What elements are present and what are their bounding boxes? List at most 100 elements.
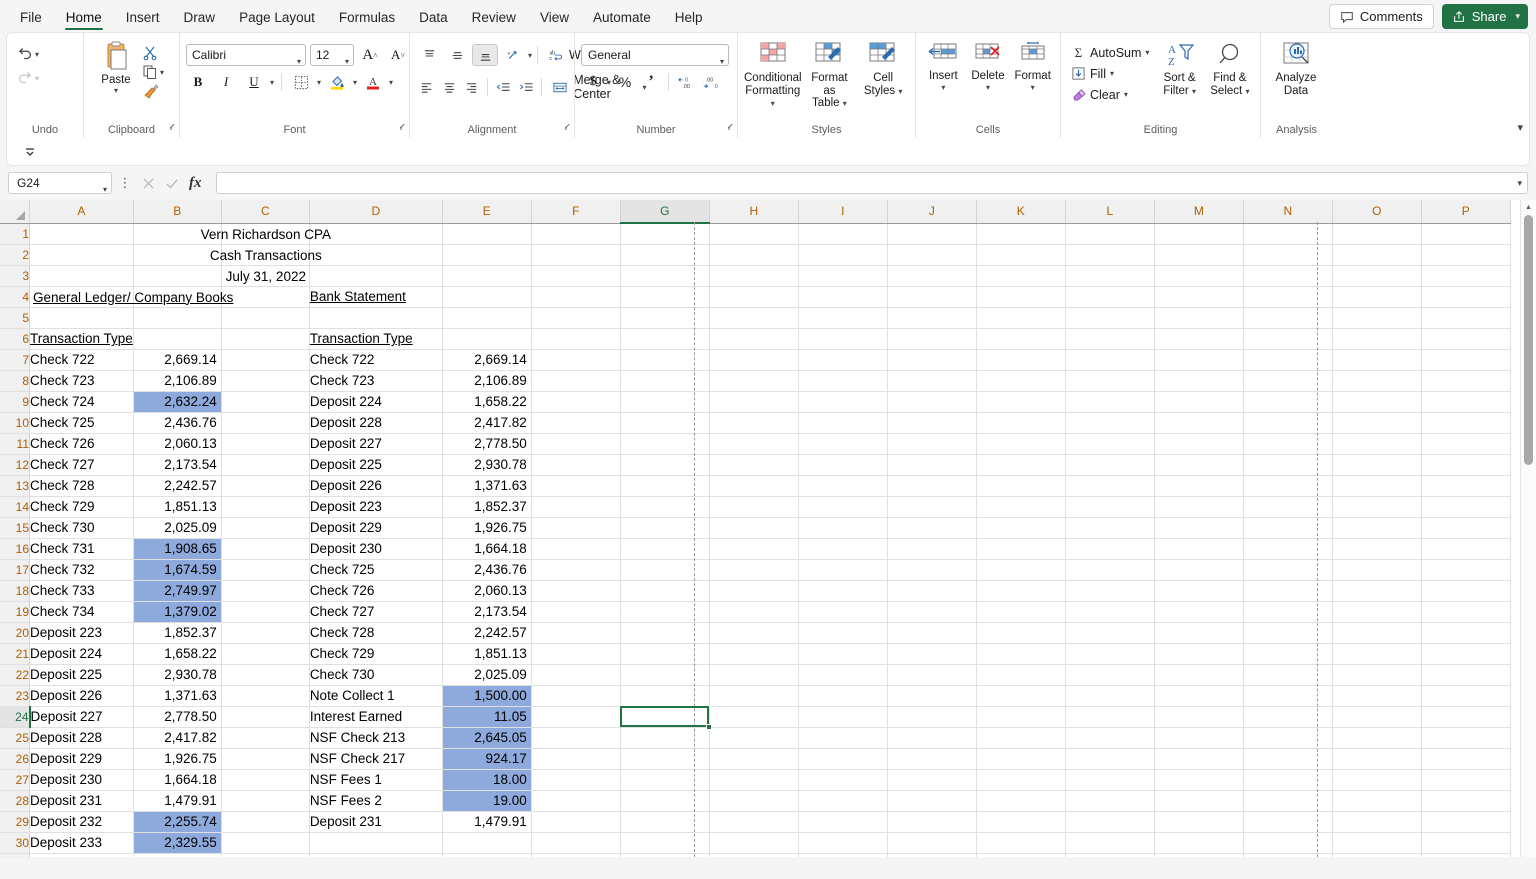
cell-B25[interactable]: 2,417.82 — [133, 727, 222, 749]
cell-I1[interactable] — [798, 223, 888, 245]
cell-O26[interactable] — [1332, 748, 1422, 770]
cell-O19[interactable] — [1332, 601, 1422, 623]
row-header-10[interactable]: 10 — [0, 412, 30, 434]
cell-E8[interactable]: 2,106.89 — [442, 370, 532, 392]
cell-E26[interactable]: 924.17 — [442, 748, 532, 770]
paste-dropdown-icon[interactable]: ▾ — [114, 86, 118, 95]
column-header-H[interactable]: H — [709, 200, 799, 224]
cell-N8[interactable] — [1243, 370, 1333, 392]
tab-help[interactable]: Help — [665, 5, 713, 32]
cell-B22[interactable]: 2,930.78 — [133, 664, 222, 686]
cell-N24[interactable] — [1243, 706, 1333, 728]
cell-O5[interactable] — [1332, 307, 1422, 329]
cell-H15[interactable] — [709, 517, 799, 539]
cell-G5[interactable] — [620, 307, 710, 329]
paste-button[interactable]: Paste ▾ — [90, 41, 142, 95]
scroll-up-icon[interactable]: ▲ — [1521, 200, 1536, 215]
fill-color-dropdown-icon[interactable]: ▾ — [353, 78, 357, 87]
cell-B11[interactable]: 2,060.13 — [133, 433, 222, 455]
cell-E10[interactable]: 2,417.82 — [442, 412, 532, 434]
cell-B12[interactable]: 2,173.54 — [133, 454, 222, 476]
cell-P23[interactable] — [1421, 685, 1511, 707]
find-select-button[interactable]: Find & Select ▾ — [1206, 37, 1254, 98]
cell-D28[interactable]: NSF Fees 2 — [309, 790, 443, 812]
cell-L22[interactable] — [1065, 664, 1155, 686]
cell-J13[interactable] — [887, 475, 977, 497]
cell-P18[interactable] — [1421, 580, 1511, 602]
column-header-N[interactable]: N — [1243, 200, 1333, 224]
fill-color-button[interactable] — [325, 71, 349, 93]
cell-N31[interactable] — [1243, 853, 1333, 857]
cell-N7[interactable] — [1243, 349, 1333, 371]
cell-O9[interactable] — [1332, 391, 1422, 413]
cell-B1[interactable]: Vern Richardson CPA — [133, 223, 331, 245]
cell-J14[interactable] — [887, 496, 977, 518]
cell-M25[interactable] — [1154, 727, 1244, 749]
cell-P14[interactable] — [1421, 496, 1511, 518]
conditional-formatting-button[interactable]: Conditional Formatting ▾ — [744, 37, 802, 111]
row-header-24[interactable]: 24 — [0, 706, 31, 728]
cell-L1[interactable] — [1065, 223, 1155, 245]
cell-F22[interactable] — [531, 664, 621, 686]
cell-P19[interactable] — [1421, 601, 1511, 623]
cell-I25[interactable] — [798, 727, 888, 749]
cell-A19[interactable]: Check 734 — [29, 601, 134, 623]
cell-P28[interactable] — [1421, 790, 1511, 812]
row-header-5[interactable]: 5 — [0, 307, 30, 329]
cell-I19[interactable] — [798, 601, 888, 623]
cell-A6[interactable]: Transaction Type — [29, 328, 134, 350]
cell-F20[interactable] — [531, 622, 621, 644]
cell-J3[interactable] — [887, 265, 977, 287]
cell-P24[interactable] — [1421, 706, 1511, 728]
cell-H13[interactable] — [709, 475, 799, 497]
row-header-3[interactable]: 3 — [0, 265, 30, 287]
cell-C15[interactable] — [221, 517, 310, 539]
cell-K28[interactable] — [976, 790, 1066, 812]
cell-J21[interactable] — [887, 643, 977, 665]
cell-I12[interactable] — [798, 454, 888, 476]
cell-H20[interactable] — [709, 622, 799, 644]
cell-H30[interactable] — [709, 832, 799, 854]
delete-cells-button[interactable]: Delete ▾ — [967, 37, 1010, 92]
cell-D29[interactable]: Deposit 231 — [309, 811, 443, 833]
cell-P13[interactable] — [1421, 475, 1511, 497]
underline-button[interactable]: U — [242, 71, 266, 93]
cell-L19[interactable] — [1065, 601, 1155, 623]
sort-filter-button[interactable]: A Z Sort & Filter ▾ — [1155, 37, 1203, 98]
cell-F12[interactable] — [531, 454, 621, 476]
cell-F23[interactable] — [531, 685, 621, 707]
cell-H21[interactable] — [709, 643, 799, 665]
cell-H6[interactable] — [709, 328, 799, 350]
cell-I24[interactable] — [798, 706, 888, 728]
cell-P15[interactable] — [1421, 517, 1511, 539]
cell-D26[interactable]: NSF Check 217 — [309, 748, 443, 770]
cell-E2[interactable] — [442, 244, 532, 266]
cell-B6[interactable] — [133, 328, 222, 350]
cell-J17[interactable] — [887, 559, 977, 581]
cell-F24[interactable] — [531, 706, 621, 728]
cell-O3[interactable] — [1332, 265, 1422, 287]
cell-D19[interactable]: Check 727 — [309, 601, 443, 623]
cell-H28[interactable] — [709, 790, 799, 812]
cell-I23[interactable] — [798, 685, 888, 707]
cell-D10[interactable]: Deposit 228 — [309, 412, 443, 434]
cell-M14[interactable] — [1154, 496, 1244, 518]
cell-G3[interactable] — [620, 265, 710, 287]
align-center-button[interactable] — [439, 76, 460, 98]
cell-P27[interactable] — [1421, 769, 1511, 791]
cell-E12[interactable]: 2,930.78 — [442, 454, 532, 476]
cell-G15[interactable] — [620, 517, 710, 539]
cell-N20[interactable] — [1243, 622, 1333, 644]
cell-D13[interactable]: Deposit 226 — [309, 475, 443, 497]
cell-B29[interactable]: 2,255.74 — [133, 811, 222, 833]
cell-J10[interactable] — [887, 412, 977, 434]
cell-D8[interactable]: Check 723 — [309, 370, 443, 392]
cell-G14[interactable] — [620, 496, 710, 518]
cell-D18[interactable]: Check 726 — [309, 580, 443, 602]
cell-M29[interactable] — [1154, 811, 1244, 833]
cell-G1[interactable] — [620, 223, 710, 245]
cell-A28[interactable]: Deposit 231 — [29, 790, 134, 812]
cell-F16[interactable] — [531, 538, 621, 560]
cell-J31[interactable] — [887, 853, 977, 857]
cell-A4[interactable]: General Ledger/ Company Books — [29, 286, 233, 308]
